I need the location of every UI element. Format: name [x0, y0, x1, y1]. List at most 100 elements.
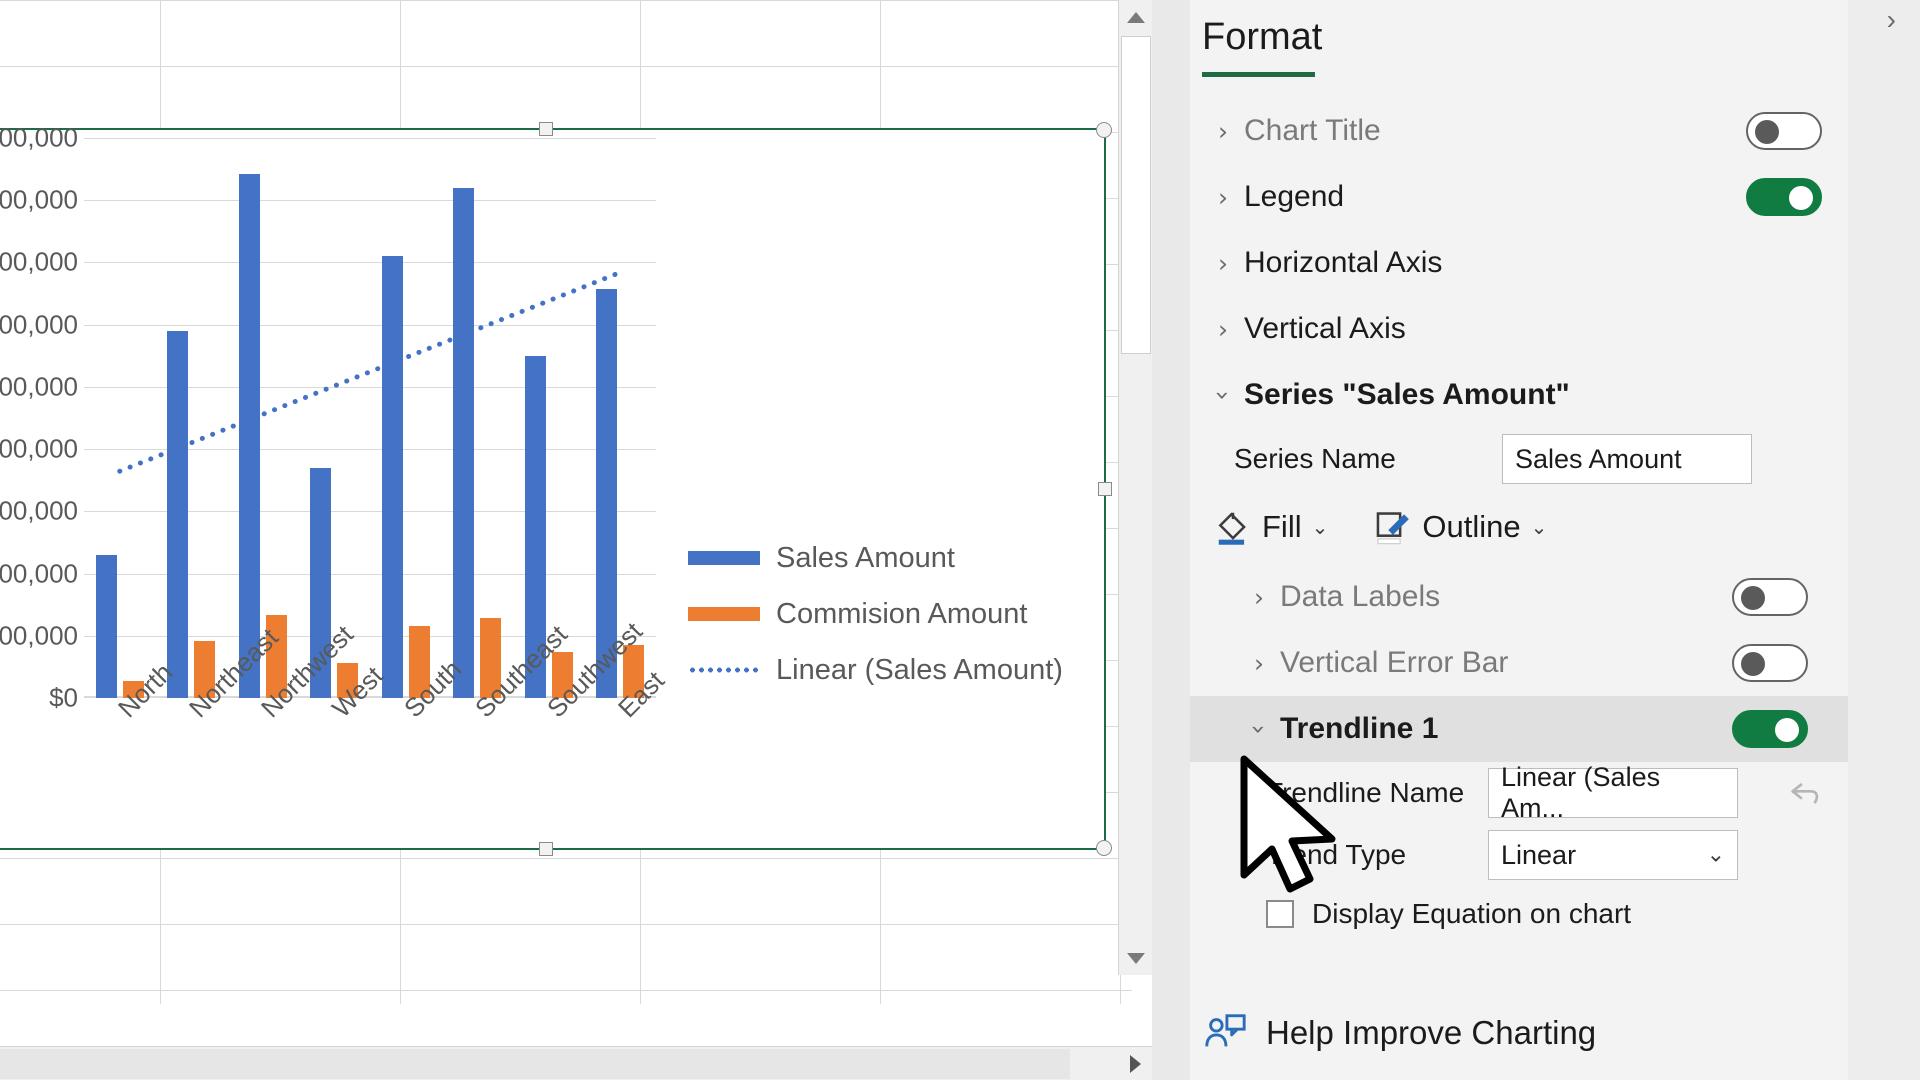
toggle-knob	[1789, 186, 1813, 210]
chevron-right-icon: ›	[1218, 314, 1228, 344]
legend-entry[interactable]: Linear (Sales Amount)	[688, 642, 1088, 698]
trendline-name-input[interactable]: Linear (Sales Am...	[1488, 762, 1738, 823]
grid-row-line	[0, 0, 1132, 1]
section-label: Trendline 1	[1280, 712, 1439, 745]
fill-label: Fill	[1262, 509, 1302, 544]
bar[interactable]	[238, 174, 260, 698]
y-axis-tick-label: 00,000	[0, 620, 78, 651]
section-legend[interactable]: › Legend	[1190, 164, 1848, 230]
horizontal-scrollbar[interactable]	[0, 1046, 1152, 1080]
legend-toggle[interactable]	[1746, 178, 1822, 216]
bar-category-group[interactable]	[84, 138, 156, 698]
grid-row-line	[0, 924, 1132, 925]
horizontal-axis-labels[interactable]: North Northeast Northwest West South Southeas…	[84, 616, 671, 832]
section-vertical-axis[interactable]: › Vertical Axis	[1190, 296, 1848, 362]
trendline-name-label: Trendline Name	[1266, 777, 1465, 808]
toggle-knob	[1741, 652, 1765, 676]
bar-category-group[interactable]	[513, 138, 585, 698]
section-horizontal-axis[interactable]: › Horizontal Axis	[1190, 230, 1848, 296]
bar-category-group[interactable]	[370, 138, 442, 698]
horizontal-scroll-thumb[interactable]	[0, 1049, 1070, 1079]
outline-button[interactable]: Outline ⌄	[1374, 508, 1547, 546]
grid-row-line	[0, 858, 1132, 859]
help-improve-charting-link[interactable]: Help Improve Charting	[1202, 1010, 1596, 1056]
section-data-labels[interactable]: › Data Labels	[1190, 564, 1848, 630]
bar[interactable]	[167, 331, 189, 698]
trend-type-select[interactable]: Linear ⌄	[1488, 830, 1738, 880]
format-pane: › Format › Chart Title › Legend › Horizo…	[1190, 0, 1920, 1080]
legend-entry[interactable]: Sales Amount	[688, 530, 1088, 586]
pane-sections: › Chart Title › Legend › Horizontal Axis	[1190, 98, 1848, 942]
chevron-right-icon: ›	[1218, 116, 1228, 146]
bar[interactable]	[95, 555, 117, 698]
bar-category-group[interactable]	[156, 138, 228, 698]
legend-entry[interactable]: Commision Amount	[688, 586, 1088, 642]
chevron-down-icon: ⌄	[1530, 515, 1548, 539]
scroll-right-button[interactable]	[1118, 1047, 1152, 1080]
legend-swatch-icon	[688, 607, 760, 621]
bar-category-group[interactable]	[585, 138, 657, 698]
legend-label: Commision Amount	[776, 597, 1028, 630]
vertical-axis-labels[interactable]: $0 00,000 00,000 00,000 00,000 00,000 00,000 00…	[0, 123, 84, 713]
vertical-error-bar-toggle[interactable]	[1732, 644, 1808, 682]
feedback-person-icon	[1205, 1014, 1246, 1047]
y-axis-tick-label: 00,000	[0, 433, 78, 464]
display-equation-checkbox[interactable]	[1266, 900, 1294, 928]
bar[interactable]	[453, 188, 475, 698]
help-label: Help Improve Charting	[1266, 1014, 1597, 1051]
section-trendline-1[interactable]: › Trendline 1	[1190, 696, 1848, 762]
toggle-knob	[1755, 120, 1779, 144]
display-equation-label: Display Equation on chart	[1312, 898, 1632, 929]
grid-row-line	[0, 66, 1132, 67]
undo-icon[interactable]	[1786, 773, 1826, 813]
chart-legend[interactable]: Sales Amount Commision Amount Linear (Sale…	[688, 530, 1088, 698]
page-title: Format	[1202, 16, 1323, 58]
section-label: Data Labels	[1280, 580, 1441, 613]
series-name-label: Series Name	[1234, 443, 1396, 474]
bar[interactable]	[381, 255, 403, 698]
y-axis-tick-label: 00,000	[0, 246, 78, 277]
section-label: Vertical Error Bar	[1280, 646, 1509, 679]
chart-plot-area: $0 00,000 00,000 00,000 00,000 00,000 00,000 00…	[0, 123, 1104, 848]
y-axis-tick-label: 00,000	[0, 122, 78, 153]
section-vertical-error-bar[interactable]: › Vertical Error Bar	[1190, 630, 1848, 696]
section-series[interactable]: › Series "Sales Amount"	[1190, 362, 1848, 428]
trend-type-label: Trend Type	[1266, 839, 1407, 870]
vertical-scroll-thumb[interactable]	[1121, 36, 1151, 354]
legend-label: Sales Amount	[776, 541, 955, 574]
display-equation-row[interactable]: Display Equation on chart	[1190, 886, 1848, 942]
chart-object[interactable]: $0 00,000 00,000 00,000 00,000 00,000 00,000 00…	[0, 122, 1112, 856]
app-window: $0 00,000 00,000 00,000 00,000 00,000 00,000 00…	[0, 0, 1920, 1080]
trend-type-value: Linear	[1501, 839, 1577, 870]
scroll-up-button[interactable]	[1119, 0, 1153, 34]
legend-swatch-icon	[688, 551, 760, 565]
bar-category-group[interactable]	[442, 138, 514, 698]
vertical-scrollbar[interactable]	[1118, 0, 1153, 975]
y-axis-tick-label: 00,000	[0, 309, 78, 340]
chevron-down-icon: ›	[1244, 724, 1274, 734]
trend-type-row: Trend Type Linear ⌄	[1190, 824, 1848, 886]
section-chart-title[interactable]: › Chart Title	[1190, 98, 1848, 164]
data-labels-toggle[interactable]	[1732, 578, 1808, 616]
chevron-down-icon: ›	[1208, 390, 1238, 400]
chevron-right-icon: ›	[1218, 248, 1228, 278]
section-label: Horizontal Axis	[1244, 246, 1443, 279]
fill-button[interactable]: Fill ⌄	[1214, 508, 1328, 546]
triangle-up-icon	[1127, 11, 1145, 23]
trendline-toggle[interactable]	[1732, 710, 1808, 748]
y-axis-tick-label: 00,000	[0, 495, 78, 526]
section-label: Legend	[1244, 180, 1345, 213]
chevron-right-icon[interactable]: ›	[1887, 6, 1896, 34]
outline-label: Outline	[1422, 509, 1521, 544]
y-axis-tick-label: 00,000	[0, 371, 78, 402]
bar-series-group[interactable]	[84, 138, 656, 698]
bar-category-group[interactable]	[227, 138, 299, 698]
chevron-right-icon: ›	[1254, 582, 1264, 612]
scroll-down-button[interactable]	[1119, 941, 1153, 975]
spreadsheet-grid[interactable]: $0 00,000 00,000 00,000 00,000 00,000 00,000 00…	[0, 0, 1132, 1004]
bar-category-group[interactable]	[299, 138, 371, 698]
chart-title-toggle[interactable]	[1746, 112, 1822, 150]
series-name-input[interactable]: Sales Amount	[1502, 434, 1752, 484]
chevron-down-icon: ⌄	[1706, 842, 1725, 868]
legend-label: Linear (Sales Amount)	[776, 653, 1063, 686]
